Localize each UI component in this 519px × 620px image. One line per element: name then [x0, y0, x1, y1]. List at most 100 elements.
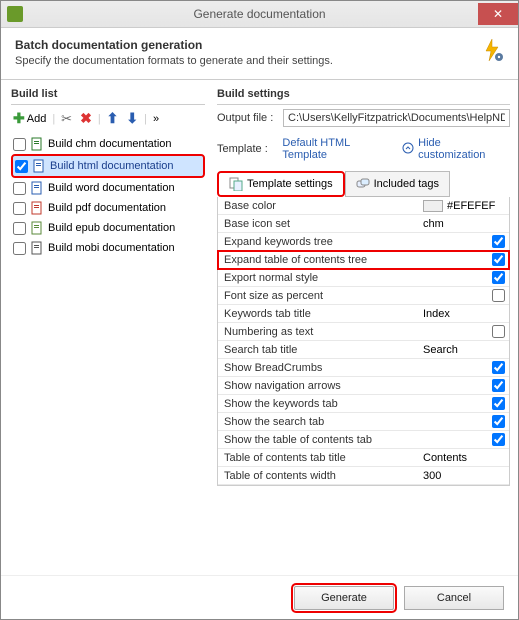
hide-customization-link[interactable]: Hide customization: [402, 137, 510, 161]
setting-checkbox[interactable]: [492, 271, 505, 284]
app-icon: [7, 6, 23, 22]
settings-row[interactable]: Base icon setchm: [218, 215, 509, 233]
more-button[interactable]: »: [151, 112, 161, 126]
delete-button[interactable]: ✖: [78, 109, 94, 128]
move-down-button[interactable]: ⬇: [124, 109, 140, 128]
settings-row[interactable]: Font size as percent: [218, 287, 509, 305]
setting-name: Show the table of contents tab: [218, 432, 419, 448]
document-icon: [30, 241, 44, 255]
setting-value[interactable]: 300: [419, 468, 509, 484]
build-settings-title: Build settings: [217, 88, 510, 100]
setting-value[interactable]: Index: [419, 306, 509, 322]
build-list-item[interactable]: Build mobi documentation: [11, 238, 205, 258]
setting-checkbox[interactable]: [492, 289, 505, 302]
build-item-label: Build epub documentation: [48, 222, 175, 234]
template-link[interactable]: Default HTML Template: [282, 137, 396, 161]
setting-checkbox[interactable]: [492, 433, 505, 446]
setting-name: Expand keywords tree: [218, 234, 419, 250]
tab-included-tags[interactable]: Included tags: [345, 171, 450, 197]
template-settings-icon: [229, 177, 243, 191]
settings-row[interactable]: Keywords tab titleIndex: [218, 305, 509, 323]
cut-button[interactable]: ✂: [59, 110, 74, 128]
build-item-label: Build pdf documentation: [48, 202, 166, 214]
setting-value[interactable]: [419, 269, 509, 286]
output-file-input[interactable]: [283, 109, 510, 127]
setting-value[interactable]: [419, 413, 509, 430]
setting-value[interactable]: Contents: [419, 450, 509, 466]
setting-value[interactable]: #EFEFEF: [419, 198, 509, 214]
settings-row[interactable]: Show BreadCrumbs: [218, 359, 509, 377]
settings-row[interactable]: Base color#EFEFEF: [218, 197, 509, 215]
build-item-checkbox[interactable]: [13, 138, 26, 151]
settings-row[interactable]: Numbering as text: [218, 323, 509, 341]
settings-row[interactable]: Expand table of contents tree: [218, 251, 509, 269]
build-item-checkbox[interactable]: [13, 222, 26, 235]
tab-template-settings[interactable]: Template settings: [217, 171, 345, 197]
settings-row[interactable]: Show the keywords tab: [218, 395, 509, 413]
color-swatch: [423, 200, 443, 212]
setting-value[interactable]: Search: [419, 342, 509, 358]
build-item-checkbox[interactable]: [13, 202, 26, 215]
settings-row[interactable]: Table of contents width300: [218, 467, 509, 485]
setting-value[interactable]: [419, 359, 509, 376]
setting-value[interactable]: [419, 431, 509, 448]
setting-checkbox[interactable]: [492, 397, 505, 410]
generate-button[interactable]: Generate: [294, 586, 394, 610]
output-file-label: Output file :: [217, 112, 277, 124]
setting-value[interactable]: [419, 377, 509, 394]
setting-value[interactable]: [419, 395, 509, 412]
setting-value[interactable]: chm: [419, 216, 509, 232]
setting-name: Show the search tab: [218, 414, 419, 430]
window-title: Generate documentation: [193, 7, 325, 21]
move-up-button[interactable]: ⬆: [105, 109, 121, 128]
settings-row[interactable]: Table of contents tab titleContents: [218, 449, 509, 467]
settings-row[interactable]: Show navigation arrows: [218, 377, 509, 395]
setting-checkbox[interactable]: [492, 415, 505, 428]
setting-value[interactable]: [419, 233, 509, 250]
build-item-checkbox[interactable]: [15, 160, 28, 173]
scissors-icon: ✂: [61, 111, 72, 127]
arrow-up-icon: ⬆: [107, 110, 119, 127]
close-button[interactable]: ✕: [478, 3, 518, 25]
build-list-item[interactable]: Build epub documentation: [11, 218, 205, 238]
document-icon: [30, 181, 44, 195]
build-item-checkbox[interactable]: [13, 242, 26, 255]
build-list-title: Build list: [11, 88, 205, 100]
setting-checkbox[interactable]: [492, 253, 505, 266]
setting-checkbox[interactable]: [492, 361, 505, 374]
template-label: Template :: [217, 143, 276, 155]
document-icon: [30, 201, 44, 215]
setting-name: Base color: [218, 198, 419, 214]
setting-checkbox[interactable]: [492, 379, 505, 392]
setting-name: Show BreadCrumbs: [218, 360, 419, 376]
setting-name: Font size as percent: [218, 288, 419, 304]
page-subtitle: Specify the documentation formats to gen…: [15, 55, 333, 67]
settings-row[interactable]: Expand keywords tree: [218, 233, 509, 251]
collapse-icon: [402, 142, 414, 157]
build-list-item[interactable]: Build word documentation: [11, 178, 205, 198]
build-item-label: Build html documentation: [50, 160, 174, 172]
build-list-item[interactable]: Build chm documentation: [11, 134, 205, 154]
chevron-down-icon: »: [153, 113, 159, 125]
build-list: Build chm documentation Build html docume…: [11, 134, 205, 258]
build-item-label: Build mobi documentation: [48, 242, 175, 254]
build-list-item[interactable]: Build html documentation: [11, 154, 205, 178]
setting-name: Export normal style: [218, 270, 419, 286]
setting-name: Expand table of contents tree: [218, 252, 419, 268]
x-icon: ✖: [80, 110, 92, 127]
setting-name: Search tab title: [218, 342, 419, 358]
setting-checkbox[interactable]: [492, 235, 505, 248]
build-item-checkbox[interactable]: [13, 182, 26, 195]
settings-row[interactable]: Show the table of contents tab: [218, 431, 509, 449]
setting-value[interactable]: [419, 287, 509, 304]
setting-name: Table of contents width: [218, 468, 419, 484]
cancel-button[interactable]: Cancel: [404, 586, 504, 610]
setting-value[interactable]: [419, 323, 509, 340]
settings-row[interactable]: Search tab titleSearch: [218, 341, 509, 359]
settings-row[interactable]: Show the search tab: [218, 413, 509, 431]
setting-checkbox[interactable]: [492, 325, 505, 338]
setting-value[interactable]: [419, 251, 509, 268]
settings-row[interactable]: Export normal style: [218, 269, 509, 287]
add-button[interactable]: ✚Add: [11, 109, 48, 128]
build-list-item[interactable]: Build pdf documentation: [11, 198, 205, 218]
